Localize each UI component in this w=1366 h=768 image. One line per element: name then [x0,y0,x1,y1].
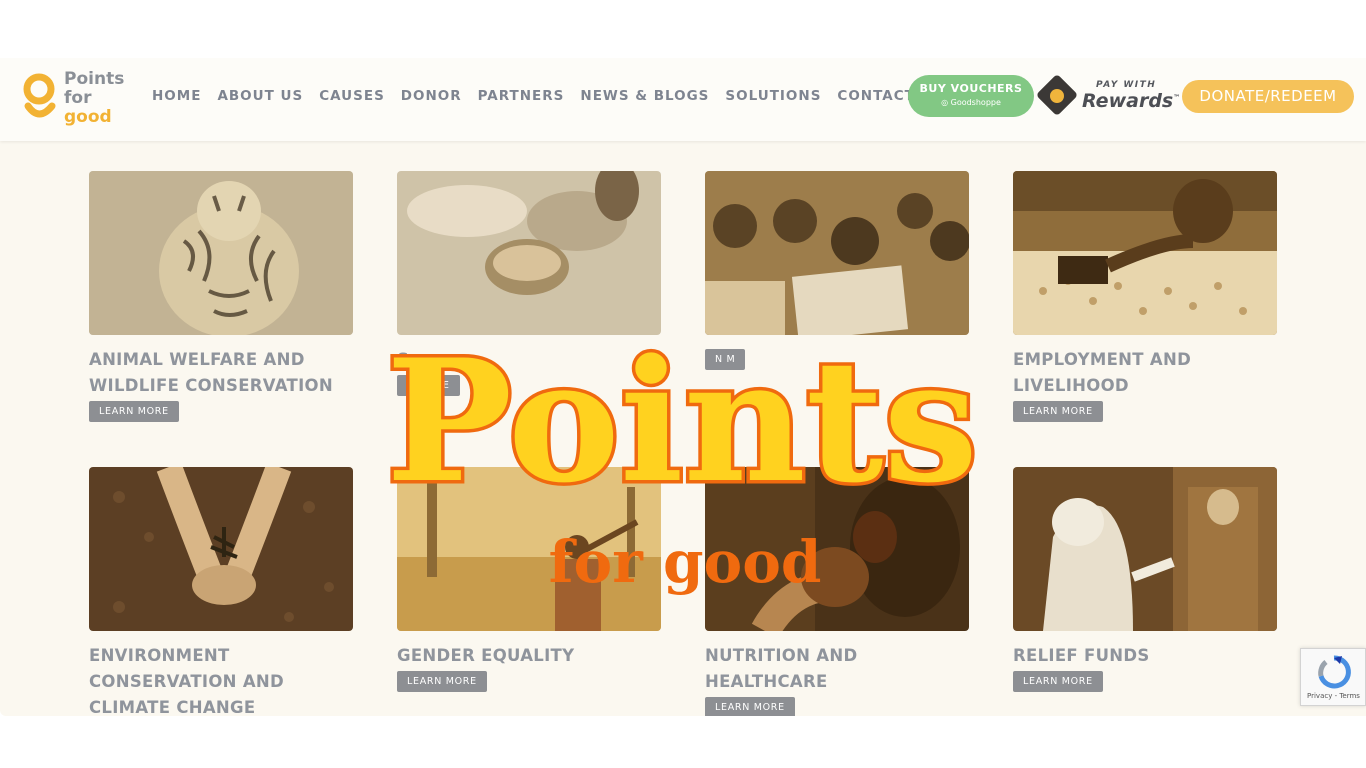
card-title: NUTRITION AND HEALTHCARE [705,646,858,691]
hands-bowl-image[interactable] [397,171,661,335]
card-title: RELIEF FUNDS [1013,646,1150,665]
svg-text:for good: for good [549,528,822,596]
card-title: ANIMAL WELFARE AND WILDLIFE CONSERVATION [89,350,333,395]
logo-g-icon [23,73,56,118]
nav-partners[interactable]: PARTNERS [478,88,565,104]
pay-with-rewards-button[interactable]: PAY WITH Rewards™ [1035,73,1180,118]
card-title: ENVIRONMENT CONSERVATION AND CLIMATE CHA… [89,646,284,716]
svg-text:Points: Points [386,322,978,506]
learn-more-button[interactable]: LEARN MORE [397,671,487,692]
tiger-image[interactable] [89,171,353,335]
points-overlay-text: Points [382,320,981,506]
site-logo[interactable]: Points for good [22,70,132,128]
site-header: Points for good HOME ABOUT US CAUSES DON… [0,58,1366,141]
learn-more-button[interactable]: LEARN MORE [1013,401,1103,422]
cause-card-environment: ENVIRONMENT CONSERVATION AND CLIMATE CHA… [89,467,353,716]
rewards-coin-icon [1050,89,1064,103]
block-printing-image[interactable] [1013,171,1277,335]
recaptcha-icon [1318,655,1351,689]
website-frame: Points for good HOME ABOUT US CAUSES DON… [0,58,1366,716]
cause-card-relief-funds: RELIEF FUNDS LEARN MORE [1013,467,1277,692]
nav-about-us[interactable]: ABOUT US [217,88,303,104]
card-title: GENDER EQUALITY [397,646,575,665]
buy-vouchers-button[interactable]: BUY VOUCHERS ◎ Goodshoppe [908,75,1034,117]
learn-more-button[interactable]: LEARN MORE [89,401,179,422]
for-good-overlay-text: for good [549,528,822,596]
nav-solutions[interactable]: SOLUTIONS [725,88,821,104]
learn-more-button[interactable]: LEARN MORE [705,697,795,716]
bottom-white-strip [0,716,1366,768]
children-classroom-image[interactable] [705,171,969,335]
cause-card-employment: EMPLOYMENT AND LIVELIHOOD LEARN MORE [1013,171,1277,422]
nav-donor[interactable]: DONOR [401,88,462,104]
recaptcha-badge[interactable]: Privacy - Terms [1300,648,1366,706]
nav-home[interactable]: HOME [152,88,201,104]
main-nav: HOME ABOUT US CAUSES DONOR PARTNERS NEWS… [152,88,943,104]
ppe-worker-image[interactable] [1013,467,1277,631]
cause-card-animal-welfare: ANIMAL WELFARE AND WILDLIFE CONSERVATION… [89,171,353,422]
logo-wordmark: Points for good [64,69,125,127]
top-white-strip [0,0,1366,58]
hands-plant-image[interactable] [89,467,353,631]
card-title: EMPLOYMENT AND LIVELIHOOD [1013,350,1192,395]
learn-more-button[interactable]: LEARN MORE [1013,671,1103,692]
nav-causes[interactable]: CAUSES [319,88,385,104]
donate-redeem-button[interactable]: DONATE/REDEEM [1182,80,1354,113]
nav-news-blogs[interactable]: NEWS & BLOGS [580,88,709,104]
